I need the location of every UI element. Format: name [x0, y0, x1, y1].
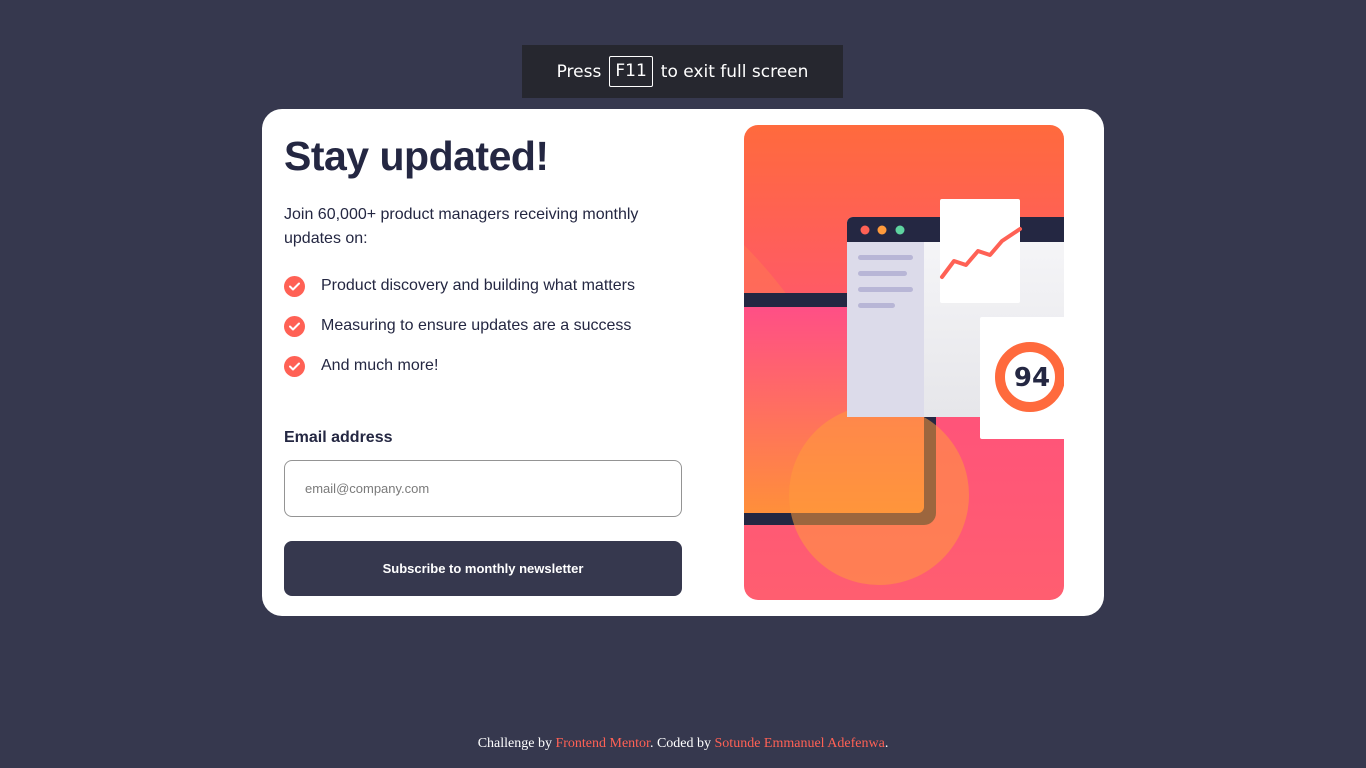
email-label: Email address	[284, 429, 393, 446]
footer-prefix: Challenge by	[477, 736, 552, 751]
footer-suffix: .	[884, 736, 889, 751]
page-title: Stay updated!	[284, 133, 549, 179]
list-item: And much more!	[284, 355, 635, 377]
check-icon	[284, 315, 305, 337]
feature-text: And much more!	[321, 357, 439, 374]
frontend-mentor-link[interactable]: Frontend Mentor	[555, 736, 650, 751]
newsletter-card: Stay updated! Join 60,000+ product manag…	[262, 109, 1104, 616]
subscribe-button[interactable]: Subscribe to monthly newsletter	[284, 541, 682, 596]
feature-text: Measuring to ensure updates are a succes…	[321, 317, 632, 334]
footer-middle: . Coded by	[649, 736, 712, 751]
check-icon	[284, 275, 305, 297]
intro-text: Join 60,000+ product managers receiving …	[284, 206, 639, 247]
fullscreen-notice-suffix: to exit full screen	[660, 61, 809, 82]
list-item: Measuring to ensure updates are a succes…	[284, 315, 635, 337]
fullscreen-notice-prefix: Press	[556, 61, 602, 82]
feature-text: Product discovery and building what matt…	[321, 277, 635, 294]
email-field[interactable]	[284, 460, 682, 517]
list-item: Product discovery and building what matt…	[284, 275, 635, 297]
fullscreen-notice: Press F11 to exit full screen	[522, 45, 843, 98]
hero-illustration: 94	[744, 125, 1064, 600]
f11-key: F11	[609, 56, 653, 87]
feature-list: Product discovery and building what matt…	[284, 275, 635, 395]
footer-attribution: Challenge by Frontend Mentor. Coded by S…	[0, 736, 1366, 752]
score-value: 94	[1014, 363, 1050, 393]
author-link[interactable]: Sotunde Emmanuel Adefenwa	[715, 736, 885, 751]
check-icon	[284, 355, 305, 377]
